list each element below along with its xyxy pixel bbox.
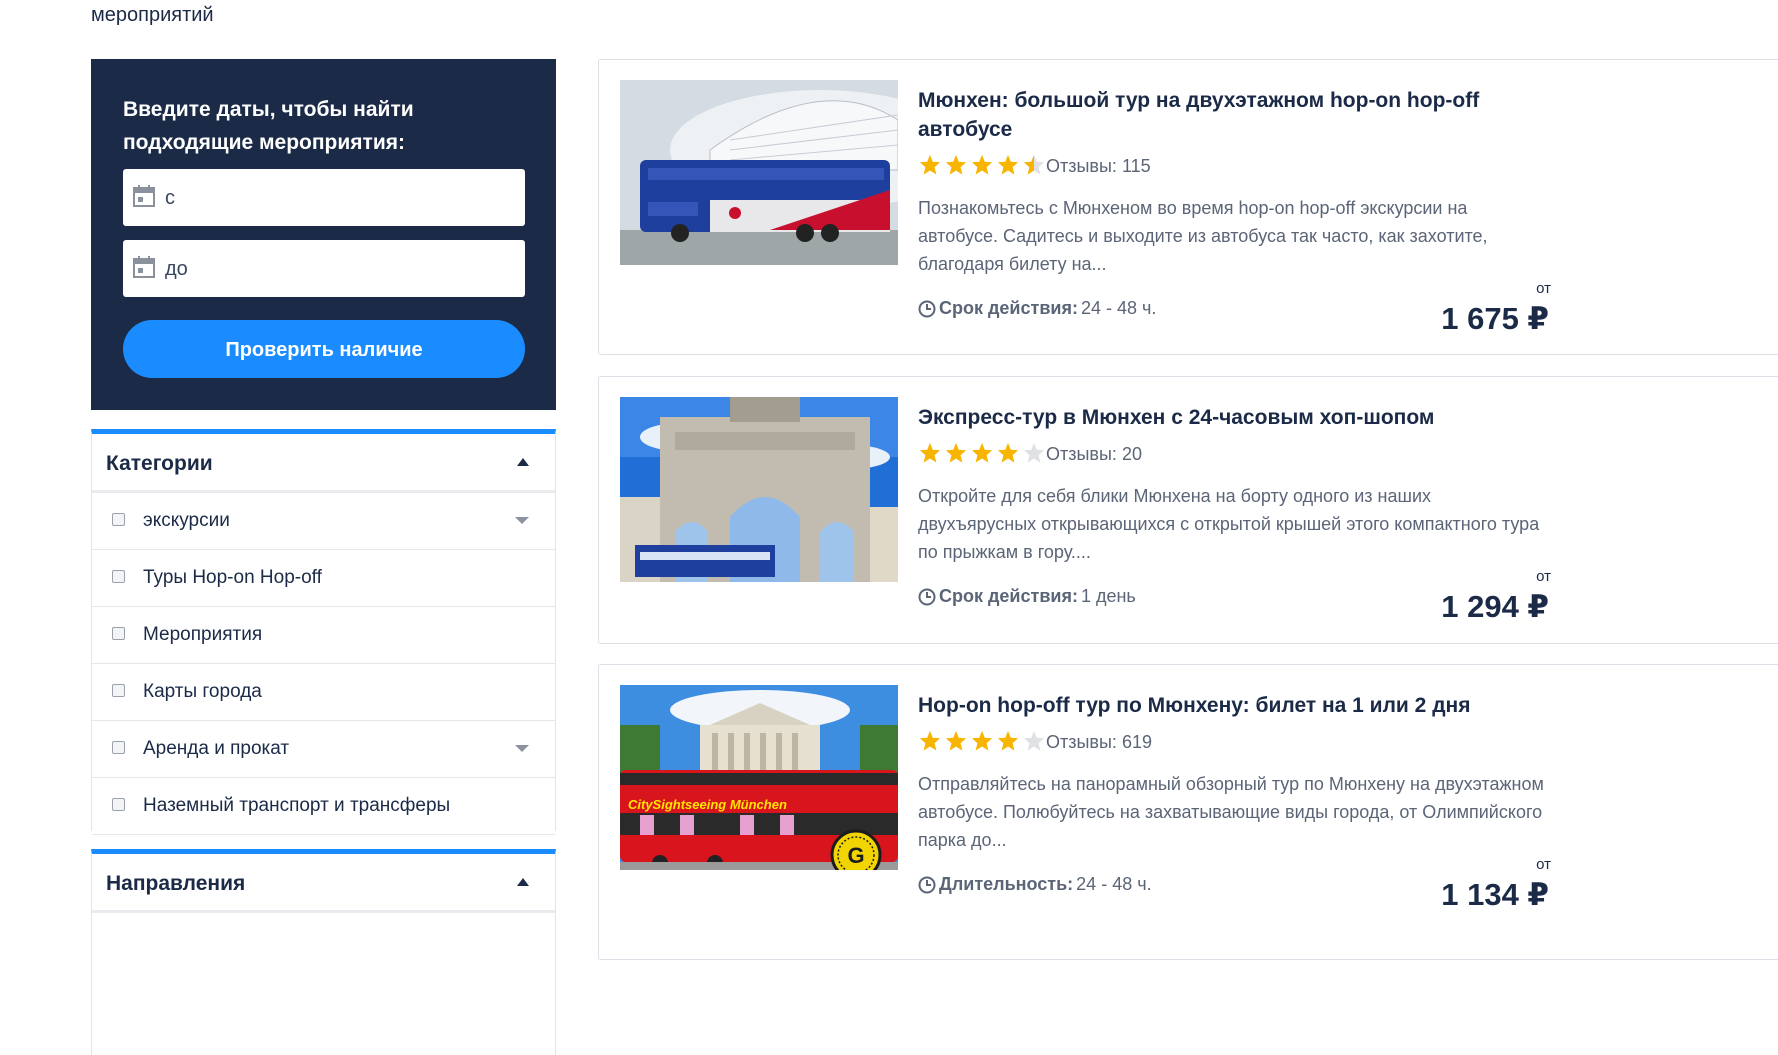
- star-full-icon: [997, 442, 1019, 463]
- star-full-icon: [971, 730, 993, 751]
- product-image[interactable]: [620, 80, 898, 265]
- badge-text: G: [847, 843, 864, 868]
- duration-value: 24 - 48 ч.: [1080, 298, 1157, 318]
- star-empty-icon: [1023, 730, 1045, 751]
- breadcrumb: мероприятий: [91, 4, 214, 26]
- category-item[interactable]: Аренда и прокат: [92, 721, 555, 778]
- directions-filter: Направления: [91, 849, 556, 1055]
- product-description: Откройте для себя блики Мюнхена на борту…: [918, 486, 1540, 562]
- product-price: 1 294 ₽: [1441, 589, 1549, 624]
- category-checkbox[interactable]: [112, 798, 125, 811]
- category-item[interactable]: Туры Hop-on Hop-off: [92, 550, 555, 607]
- product-image[interactable]: [620, 397, 898, 582]
- check-availability-button[interactable]: Проверить наличие: [123, 320, 525, 378]
- product-card[interactable]: Мюнхен: большой тур на двухэтажном hop-o…: [598, 59, 1778, 355]
- star-full-icon: [997, 730, 1019, 751]
- directions-title: Направления: [106, 872, 246, 895]
- calendar-icon: [133, 256, 155, 278]
- star-full-icon: [945, 730, 967, 751]
- price-prefix: от: [1536, 568, 1551, 585]
- price-prefix: от: [1536, 280, 1551, 297]
- category-item[interactable]: Карты города: [92, 664, 555, 721]
- star-full-icon: [919, 442, 941, 463]
- product-price: 1 675 ₽: [1441, 301, 1549, 336]
- date-to-field[interactable]: до: [123, 240, 525, 297]
- product-card[interactable]: CitySightseeing München G Hop-on hop-off…: [598, 664, 1778, 960]
- star-empty-icon: [1023, 442, 1045, 463]
- date-search-panel: Введите даты, чтобы найти подходящие мер…: [91, 59, 556, 410]
- category-label: Туры Hop-on Hop-off: [143, 567, 322, 588]
- price-prefix: от: [1536, 856, 1551, 873]
- reviews-count: Отзывы: 115: [1046, 156, 1151, 176]
- star-full-icon: [971, 154, 993, 175]
- date-from-placeholder: с: [165, 187, 175, 209]
- duration-value: 1 день: [1080, 586, 1136, 606]
- duration-label: Срок действия:: [939, 586, 1078, 606]
- clock-icon: [918, 876, 936, 893]
- directions-header[interactable]: Направления: [92, 854, 555, 913]
- category-label: экскурсии: [143, 510, 230, 531]
- category-checkbox[interactable]: [112, 684, 125, 697]
- duration-row: Срок действия: 1 день: [918, 586, 1136, 607]
- reviews-count: Отзывы: 619: [1046, 732, 1152, 752]
- star-half-icon: [1023, 154, 1045, 175]
- bus-logo-text: CitySightseeing München: [628, 797, 787, 812]
- duration-label: Срок действия:: [939, 298, 1078, 318]
- category-item[interactable]: Наземный транспорт и трансферы: [92, 778, 555, 835]
- chevron-down-icon[interactable]: [515, 517, 529, 524]
- categories-title: Категории: [106, 452, 213, 475]
- rating-stars: [918, 154, 1046, 176]
- collapse-icon[interactable]: [517, 458, 529, 466]
- product-title[interactable]: Hop-on hop-off тур по Мюнхену: билет на …: [918, 691, 1518, 720]
- category-label: Карты города: [143, 681, 262, 702]
- category-checkbox[interactable]: [112, 741, 125, 754]
- collapse-icon[interactable]: [517, 878, 529, 886]
- category-item[interactable]: Мероприятия: [92, 607, 555, 664]
- product-description: Познакомьтесь с Мюнхеном во время hop-on…: [918, 198, 1488, 274]
- duration-value: 24 - 48 ч.: [1076, 874, 1152, 894]
- product-title[interactable]: Мюнхен: большой тур на двухэтажном hop-o…: [918, 86, 1518, 144]
- star-full-icon: [945, 442, 967, 463]
- product-description: Отправляйтесь на панорамный обзорный тур…: [918, 774, 1544, 850]
- duration-row: Длительность: 24 - 48 ч.: [918, 874, 1152, 895]
- product-card[interactable]: Экспресс-тур в Мюнхен с 24-часовым хоп-ш…: [598, 376, 1778, 644]
- category-item[interactable]: экскурсии: [92, 493, 555, 550]
- product-title[interactable]: Экспресс-тур в Мюнхен с 24-часовым хоп-ш…: [918, 403, 1518, 432]
- rating-stars: [918, 442, 1046, 464]
- chevron-down-icon[interactable]: [515, 745, 529, 752]
- category-label: Мероприятия: [143, 624, 263, 645]
- date-panel-title: Введите даты, чтобы найти подходящие мер…: [123, 98, 414, 154]
- clock-icon: [918, 300, 936, 317]
- category-checkbox[interactable]: [112, 513, 125, 526]
- category-label: Аренда и прокат: [143, 738, 290, 759]
- star-full-icon: [997, 154, 1019, 175]
- duration-row: Срок действия: 24 - 48 ч.: [918, 298, 1156, 319]
- star-full-icon: [919, 154, 941, 175]
- clock-icon: [918, 588, 936, 605]
- star-full-icon: [919, 730, 941, 751]
- star-full-icon: [971, 442, 993, 463]
- reviews-count: Отзывы: 20: [1046, 444, 1142, 464]
- calendar-icon: [133, 185, 155, 207]
- categories-filter: Категории экскурсии Туры Hop-on Hop-off …: [91, 429, 556, 835]
- product-price: 1 134 ₽: [1441, 877, 1549, 912]
- rating-stars: [918, 730, 1046, 752]
- category-checkbox[interactable]: [112, 627, 125, 640]
- date-from-field[interactable]: с: [123, 169, 525, 226]
- date-to-placeholder: до: [165, 258, 188, 280]
- duration-label: Длительность:: [939, 874, 1074, 894]
- category-checkbox[interactable]: [112, 570, 125, 583]
- categories-header[interactable]: Категории: [92, 434, 555, 493]
- category-label: Наземный транспорт и трансферы: [143, 795, 451, 816]
- product-image[interactable]: CitySightseeing München G: [620, 685, 898, 870]
- star-full-icon: [945, 154, 967, 175]
